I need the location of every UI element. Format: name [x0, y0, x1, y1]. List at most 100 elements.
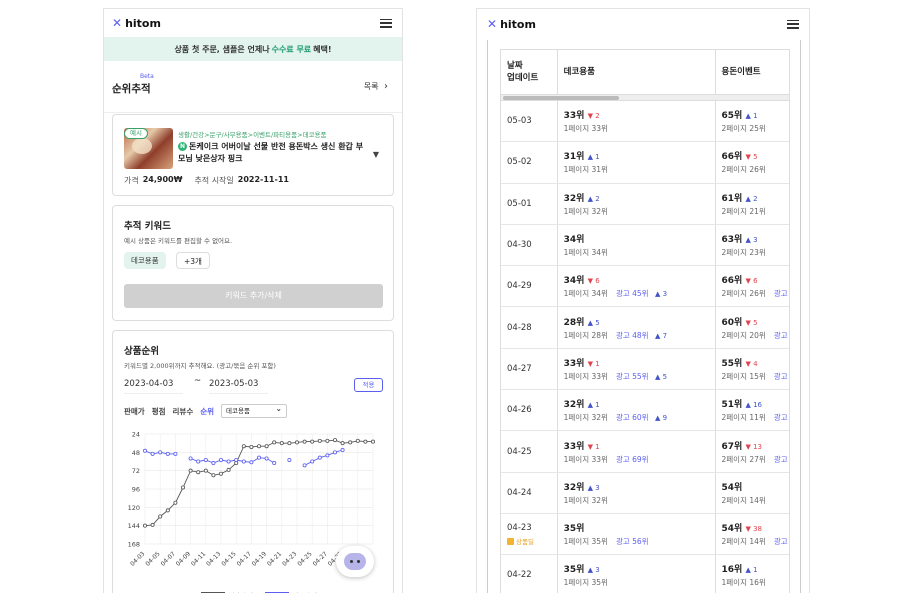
series-point-0	[272, 440, 277, 445]
series-point-0	[294, 440, 299, 445]
promo-banner[interactable]: 상품 첫 주문, 샘플은 언제나 수수료 무료 혜택!	[104, 37, 402, 61]
rank-change-b-value: 1	[753, 112, 758, 121]
rank-a: 28위 ▲ 5	[564, 315, 715, 328]
table-row: 04-28 28위 ▲ 5 1페이지 28위 광고 48위 ▲ 7 60위 ▼ 5 2페이…	[501, 307, 789, 349]
row-date: 04-28	[507, 322, 532, 333]
keyword-chip-more[interactable]: +3개	[176, 252, 210, 269]
deal-icon	[507, 537, 514, 545]
series-point-1	[287, 457, 292, 462]
deal-badge: 상품딜	[507, 536, 557, 546]
page-rank-a-text: 1페이지 31위	[563, 165, 608, 175]
series-point-1	[211, 461, 216, 466]
series-point-0	[370, 439, 375, 444]
row-date-cell: 04-27	[501, 348, 558, 390]
rank-change-b: ▲ 3	[745, 236, 758, 245]
horizontal-scrollbar[interactable]	[501, 95, 789, 101]
series-point-1	[272, 461, 277, 466]
rank-table-container[interactable]: 날짜 업데이트 데코용품 용돈이벤트 05-03 33위 ▼ 2 1페이지 33위 6…	[487, 40, 801, 593]
page-rank-b-text: 2페이지 23위	[721, 248, 766, 258]
tab-reviews[interactable]: 리뷰수	[173, 406, 194, 417]
rank-change-b-value: 16	[753, 401, 762, 410]
series-point-0	[226, 467, 231, 472]
top-bar-right: ✕ hitom	[477, 9, 809, 39]
scrollbar-thumb[interactable]	[503, 96, 619, 100]
header-keyword-b: 용돈이벤트	[716, 50, 790, 94]
logo-right[interactable]: ✕ hitom	[487, 17, 536, 31]
date-to-input[interactable]: 2023-05-03	[209, 376, 269, 394]
tab-price[interactable]: 판매가	[124, 406, 145, 417]
rank-cell-a: 28위 ▲ 5 1페이지 28위 광고 48위 ▲ 7	[558, 307, 716, 348]
menu-icon[interactable]	[787, 19, 799, 29]
rank-change-b: ▼ 5	[745, 318, 758, 327]
rank-cell-b: 16위 ▲ 1 1페이지 16위	[716, 555, 790, 593]
series-point-1	[173, 451, 178, 456]
chatbot-button[interactable]	[336, 546, 374, 577]
rank-cell-a: 34위 ▼ 6 1페이지 34위 광고 45위 ▲ 3	[558, 266, 716, 307]
rank-change-a-value: 1	[595, 442, 600, 451]
rank-cell-a: 35위 ▲ 3 1페이지 35위	[558, 555, 716, 593]
x-tick-label: 04-23	[281, 550, 298, 567]
ad-rank-change-a-value: 5	[662, 372, 668, 381]
logo[interactable]: ✕ hitom	[112, 16, 161, 30]
legend-label: 일반 순위	[229, 592, 253, 593]
rank-change-b-value: 5	[753, 153, 758, 162]
y-tick-label: 144	[128, 522, 140, 530]
rank-b: 66위 ▼ 5	[722, 149, 790, 162]
ad-rank-change-a-value: 9	[662, 414, 668, 423]
logo-mark-icon: ✕	[112, 16, 123, 30]
row-date-cell: 05-03	[501, 101, 558, 142]
product-card[interactable]: 예시 생활/건강>문구/사무용품>이벤트/파티용품>데코용품 N 돈케이크 어버이…	[112, 114, 394, 196]
series-point-1	[165, 451, 170, 456]
list-link[interactable]: 목록 ›	[364, 81, 388, 92]
rank-a: 32위 ▲ 3	[564, 480, 715, 493]
table-row: 04-24 32위 ▲ 3 1페이지 32위 54위 2페이지 14위	[501, 472, 789, 514]
x-tick-label: 04-15	[220, 550, 237, 567]
header-keyword-b-text: 용돈이벤트	[721, 67, 761, 77]
tab-rank[interactable]: 순위	[200, 406, 214, 417]
page-rank-b-text: 2페이지 26위	[721, 289, 766, 299]
rank-change-a: ▲ 1	[587, 401, 600, 410]
chevron-down-icon[interactable]: ▼	[373, 150, 379, 159]
menu-icon[interactable]	[380, 18, 392, 28]
rank-table: 날짜 업데이트 데코용품 용돈이벤트 05-03 33위 ▼ 2 1페이지 33위 6…	[500, 49, 790, 593]
apply-button[interactable]: 적용	[354, 378, 383, 392]
series-point-0	[332, 438, 337, 443]
y-tick-label: 96	[132, 486, 140, 494]
list-link-label: 목록	[363, 82, 379, 91]
rank-a-value: 33위	[563, 111, 585, 122]
rank-change-b: ▼ 13	[745, 442, 762, 451]
rank-b: 63위 ▲ 3	[722, 232, 790, 245]
series-point-1	[188, 456, 193, 461]
series-point-1	[203, 457, 208, 462]
row-date-cell: 04-26	[501, 390, 558, 431]
chatbot-icon	[344, 553, 366, 570]
date-from-input[interactable]: 2023-04-03	[124, 376, 184, 394]
page-rank-b: 2페이지 26위 광고	[722, 288, 790, 299]
rank-b-value: 16위	[721, 565, 743, 576]
page-rank-b: 2페이지 25위	[722, 123, 790, 134]
tab-rating[interactable]: 평점	[152, 406, 166, 417]
rank-b-value: 65위	[721, 111, 743, 122]
rank-a-value: 33위	[563, 441, 585, 452]
series-point-0	[150, 522, 155, 527]
rank-change-b: ▼ 5	[745, 153, 758, 162]
rank-change-b: ▼ 38	[745, 525, 762, 534]
table-header: 날짜 업데이트 데코용품 용돈이벤트	[501, 50, 789, 95]
series-point-0	[165, 508, 170, 513]
x-tick-label: 04-17	[236, 550, 253, 567]
page-rank-b-text: 2페이지 14위	[721, 495, 766, 505]
rank-change-b: ▲ 1	[745, 112, 758, 121]
edit-keywords-button[interactable]: 키워드 추가/삭제	[124, 284, 383, 308]
series-point-1	[249, 460, 254, 465]
rank-change-a: ▲ 3	[587, 566, 600, 575]
rank-change-a: ▲ 5	[587, 318, 600, 327]
rank-a-value: 32위	[563, 193, 585, 204]
page-title: 순위추적	[112, 83, 151, 95]
keyword-select[interactable]: 데코용품	[221, 403, 288, 418]
series-point-0	[203, 468, 208, 473]
row-date: 04-26	[507, 405, 532, 416]
page-rank-b-text: 2페이지 21위	[721, 206, 766, 216]
rank-b: 66위 ▼ 6	[722, 273, 790, 286]
keyword-chip-selected[interactable]: 데코용품	[124, 252, 166, 269]
series-point-1	[264, 456, 269, 461]
